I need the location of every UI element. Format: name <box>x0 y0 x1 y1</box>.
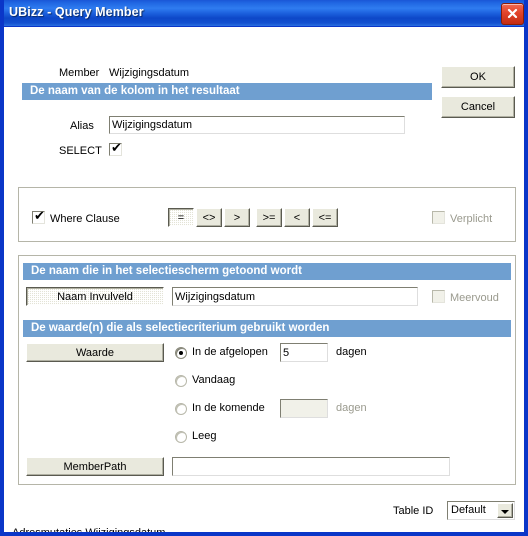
title-bar[interactable]: UBizz - Query Member <box>4 0 524 27</box>
window-title: UBizz - Query Member <box>9 5 144 19</box>
where-clause-checkbox[interactable]: ✔ <box>32 209 45 224</box>
ok-button[interactable]: OK <box>441 66 515 88</box>
operator-button-less-equals[interactable]: <= <box>312 208 338 227</box>
select-label: SELECT <box>59 145 102 157</box>
operator-button-equals[interactable]: = <box>168 208 194 227</box>
operator-button-less-than[interactable]: < <box>284 208 310 227</box>
radio-vandaag[interactable] <box>175 375 187 387</box>
operator-button-not-equals[interactable]: <> <box>196 208 222 227</box>
alias-label: Alias <box>70 120 94 132</box>
table-id-label: Table ID <box>393 505 434 517</box>
radio-dot-icon <box>179 351 183 355</box>
meervoud-label: Meervoud <box>450 292 499 304</box>
komende-dagen-input[interactable] <box>280 399 328 418</box>
where-clause-label: Where Clause <box>50 213 120 225</box>
naam-invulveld-button[interactable]: Naam Invulveld <box>26 287 164 306</box>
waarde-button[interactable]: Waarde <box>26 343 164 362</box>
table-id-dropdown[interactable]: Default <box>447 501 515 520</box>
chevron-down-icon[interactable] <box>497 503 513 518</box>
radio-label-leeg: Leeg <box>192 430 217 442</box>
alias-input[interactable] <box>109 116 405 134</box>
dialog-client-area: OK Cancel Member Wijzigingsdatum De naam… <box>4 27 524 532</box>
cancel-button[interactable]: Cancel <box>441 96 515 118</box>
radio-label-in-de-komende: In de komende <box>192 402 265 414</box>
meervoud-checkbox[interactable] <box>432 290 445 303</box>
radio-in-de-afgelopen[interactable] <box>175 347 187 359</box>
komende-dagen-suffix: dagen <box>336 402 367 414</box>
query-member-window: UBizz - Query Member OK Cancel Member Wi… <box>0 0 528 536</box>
checkmark-icon: ✔ <box>34 209 45 224</box>
close-button[interactable] <box>501 3 524 25</box>
operator-button-greater-than[interactable]: > <box>224 208 250 227</box>
table-id-value: Default <box>451 504 486 516</box>
operator-button-greater-equals[interactable]: >= <box>256 208 282 227</box>
member-value: Wijzigingsdatum <box>109 67 190 79</box>
section-header-alias: De naam van de kolom in het resultaat <box>22 83 432 100</box>
memberpath-button[interactable]: MemberPath <box>26 457 164 476</box>
radio-leeg[interactable] <box>175 431 187 443</box>
radio-label-vandaag: Vandaag <box>192 374 236 386</box>
select-checkbox[interactable]: ✔ <box>109 141 122 156</box>
memberpath-input[interactable] <box>172 457 450 476</box>
verplicht-checkbox[interactable] <box>432 211 445 224</box>
checkmark-icon: ✔ <box>111 141 122 156</box>
section-header-criteria: De waarde(n) die als selectiecriterium g… <box>23 320 511 337</box>
afgelopen-dagen-input[interactable] <box>280 343 328 362</box>
afgelopen-dagen-suffix: dagen <box>336 346 367 358</box>
status-text: Adresmutaties.Wijzigingsdatum <box>12 527 166 536</box>
verplicht-label: Verplicht <box>450 213 493 225</box>
radio-label-in-de-afgelopen: In de afgelopen <box>192 346 268 358</box>
radio-in-de-komende[interactable] <box>175 403 187 415</box>
member-label: Member <box>59 67 100 79</box>
section-header-display-name: De naam die in het selectiescherm getoon… <box>23 263 511 280</box>
display-name-input[interactable] <box>172 287 418 306</box>
close-x-icon <box>507 8 518 19</box>
